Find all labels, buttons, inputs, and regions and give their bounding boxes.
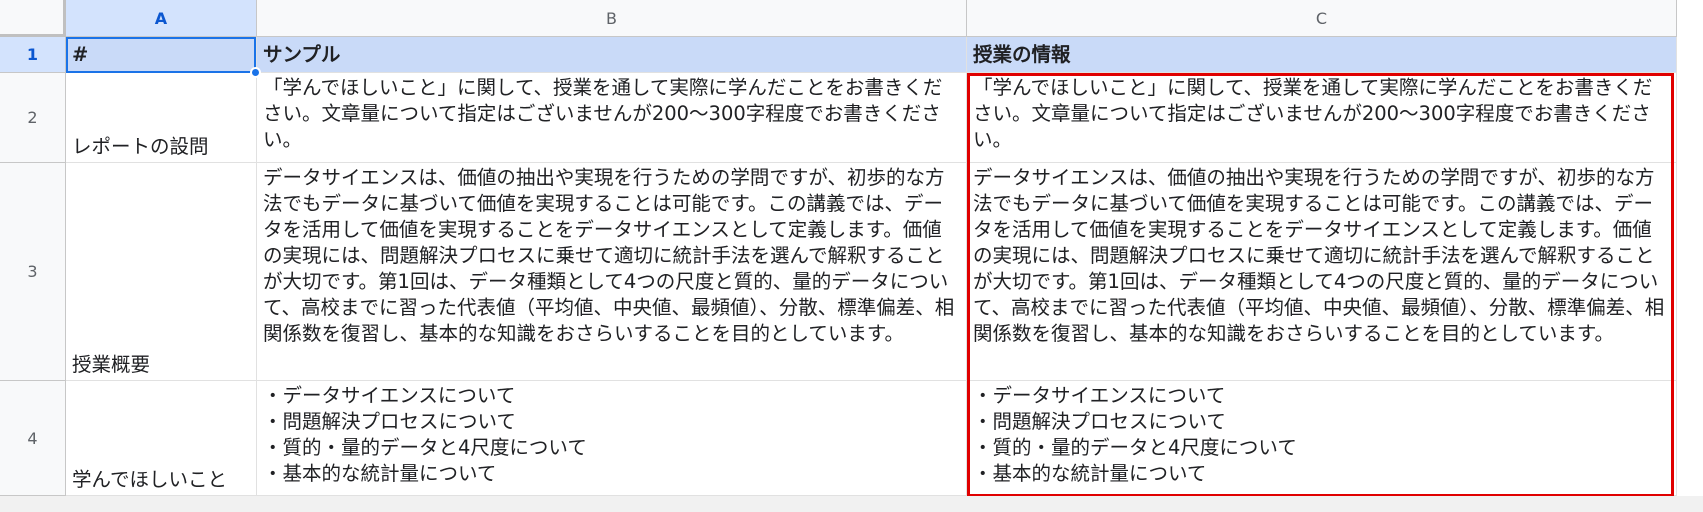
cell-a2-text: レポートの設問 bbox=[72, 135, 209, 158]
cell-c1[interactable]: 授業の情報 bbox=[967, 37, 1677, 73]
cell-a4[interactable]: 学んでほしいこと bbox=[66, 381, 257, 496]
spreadsheet-grid[interactable]: A B C 1 2 3 4 # サンプル 授業の情報 レポートの設問 「学んでほ… bbox=[0, 0, 1703, 512]
cell-c1-text: 授業の情報 bbox=[973, 43, 1071, 66]
grid-bottom-edge bbox=[0, 496, 1703, 512]
cell-a1-text: # bbox=[72, 43, 89, 66]
row-header-1[interactable]: 1 bbox=[0, 37, 66, 73]
cell-a1[interactable]: # bbox=[66, 37, 257, 73]
cell-b1[interactable]: サンプル bbox=[257, 37, 967, 73]
row-header-3[interactable]: 3 bbox=[0, 163, 66, 381]
column-header-a[interactable]: A bbox=[66, 0, 257, 37]
column-header-c[interactable]: C bbox=[967, 0, 1677, 37]
row-header-4[interactable]: 4 bbox=[0, 381, 66, 496]
cell-c3-text: データサイエンスは、価値の抽出や実現を行うための学問ですが、初歩的な方法でもデー… bbox=[973, 166, 1665, 345]
cell-c2[interactable]: 「学んでほしいこと」に関して、授業を通して実際に学んだことをお書きください。文章… bbox=[967, 73, 1677, 163]
cell-a3[interactable]: 授業概要 bbox=[66, 163, 257, 381]
select-all-corner[interactable] bbox=[0, 0, 66, 37]
cell-a4-text: 学んでほしいこと bbox=[72, 468, 228, 491]
cell-a2[interactable]: レポートの設問 bbox=[66, 73, 257, 163]
cell-c4-text: ・データサイエンスについて ・問題解決プロセスについて ・質的・量的データと4尺… bbox=[973, 384, 1297, 485]
cell-c2-text: 「学んでほしいこと」に関して、授業を通して実際に学んだことをお書きください。文章… bbox=[973, 76, 1653, 151]
fill-handle[interactable] bbox=[250, 67, 261, 78]
cell-b3-text: データサイエンスは、価値の抽出や実現を行うための学問ですが、初歩的な方法でもデー… bbox=[263, 166, 955, 345]
cell-b1-text: サンプル bbox=[263, 43, 341, 66]
cell-b2[interactable]: 「学んでほしいこと」に関して、授業を通して実際に学んだことをお書きください。文章… bbox=[257, 73, 967, 163]
cell-c3[interactable]: データサイエンスは、価値の抽出や実現を行うための学問ですが、初歩的な方法でもデー… bbox=[967, 163, 1677, 381]
cell-b2-text: 「学んでほしいこと」に関して、授業を通して実際に学んだことをお書きください。文章… bbox=[263, 76, 943, 151]
cell-a3-text: 授業概要 bbox=[72, 353, 151, 376]
row-header-2[interactable]: 2 bbox=[0, 73, 66, 163]
cell-b3[interactable]: データサイエンスは、価値の抽出や実現を行うための学問ですが、初歩的な方法でもデー… bbox=[257, 163, 967, 381]
cell-b4-text: ・データサイエンスについて ・問題解決プロセスについて ・質的・量的データと4尺… bbox=[263, 384, 587, 485]
column-header-b[interactable]: B bbox=[257, 0, 967, 37]
column-header-spacer bbox=[1677, 0, 1703, 37]
cell-c4[interactable]: ・データサイエンスについて ・問題解決プロセスについて ・質的・量的データと4尺… bbox=[967, 381, 1677, 496]
cell-b4[interactable]: ・データサイエンスについて ・問題解決プロセスについて ・質的・量的データと4尺… bbox=[257, 381, 967, 496]
